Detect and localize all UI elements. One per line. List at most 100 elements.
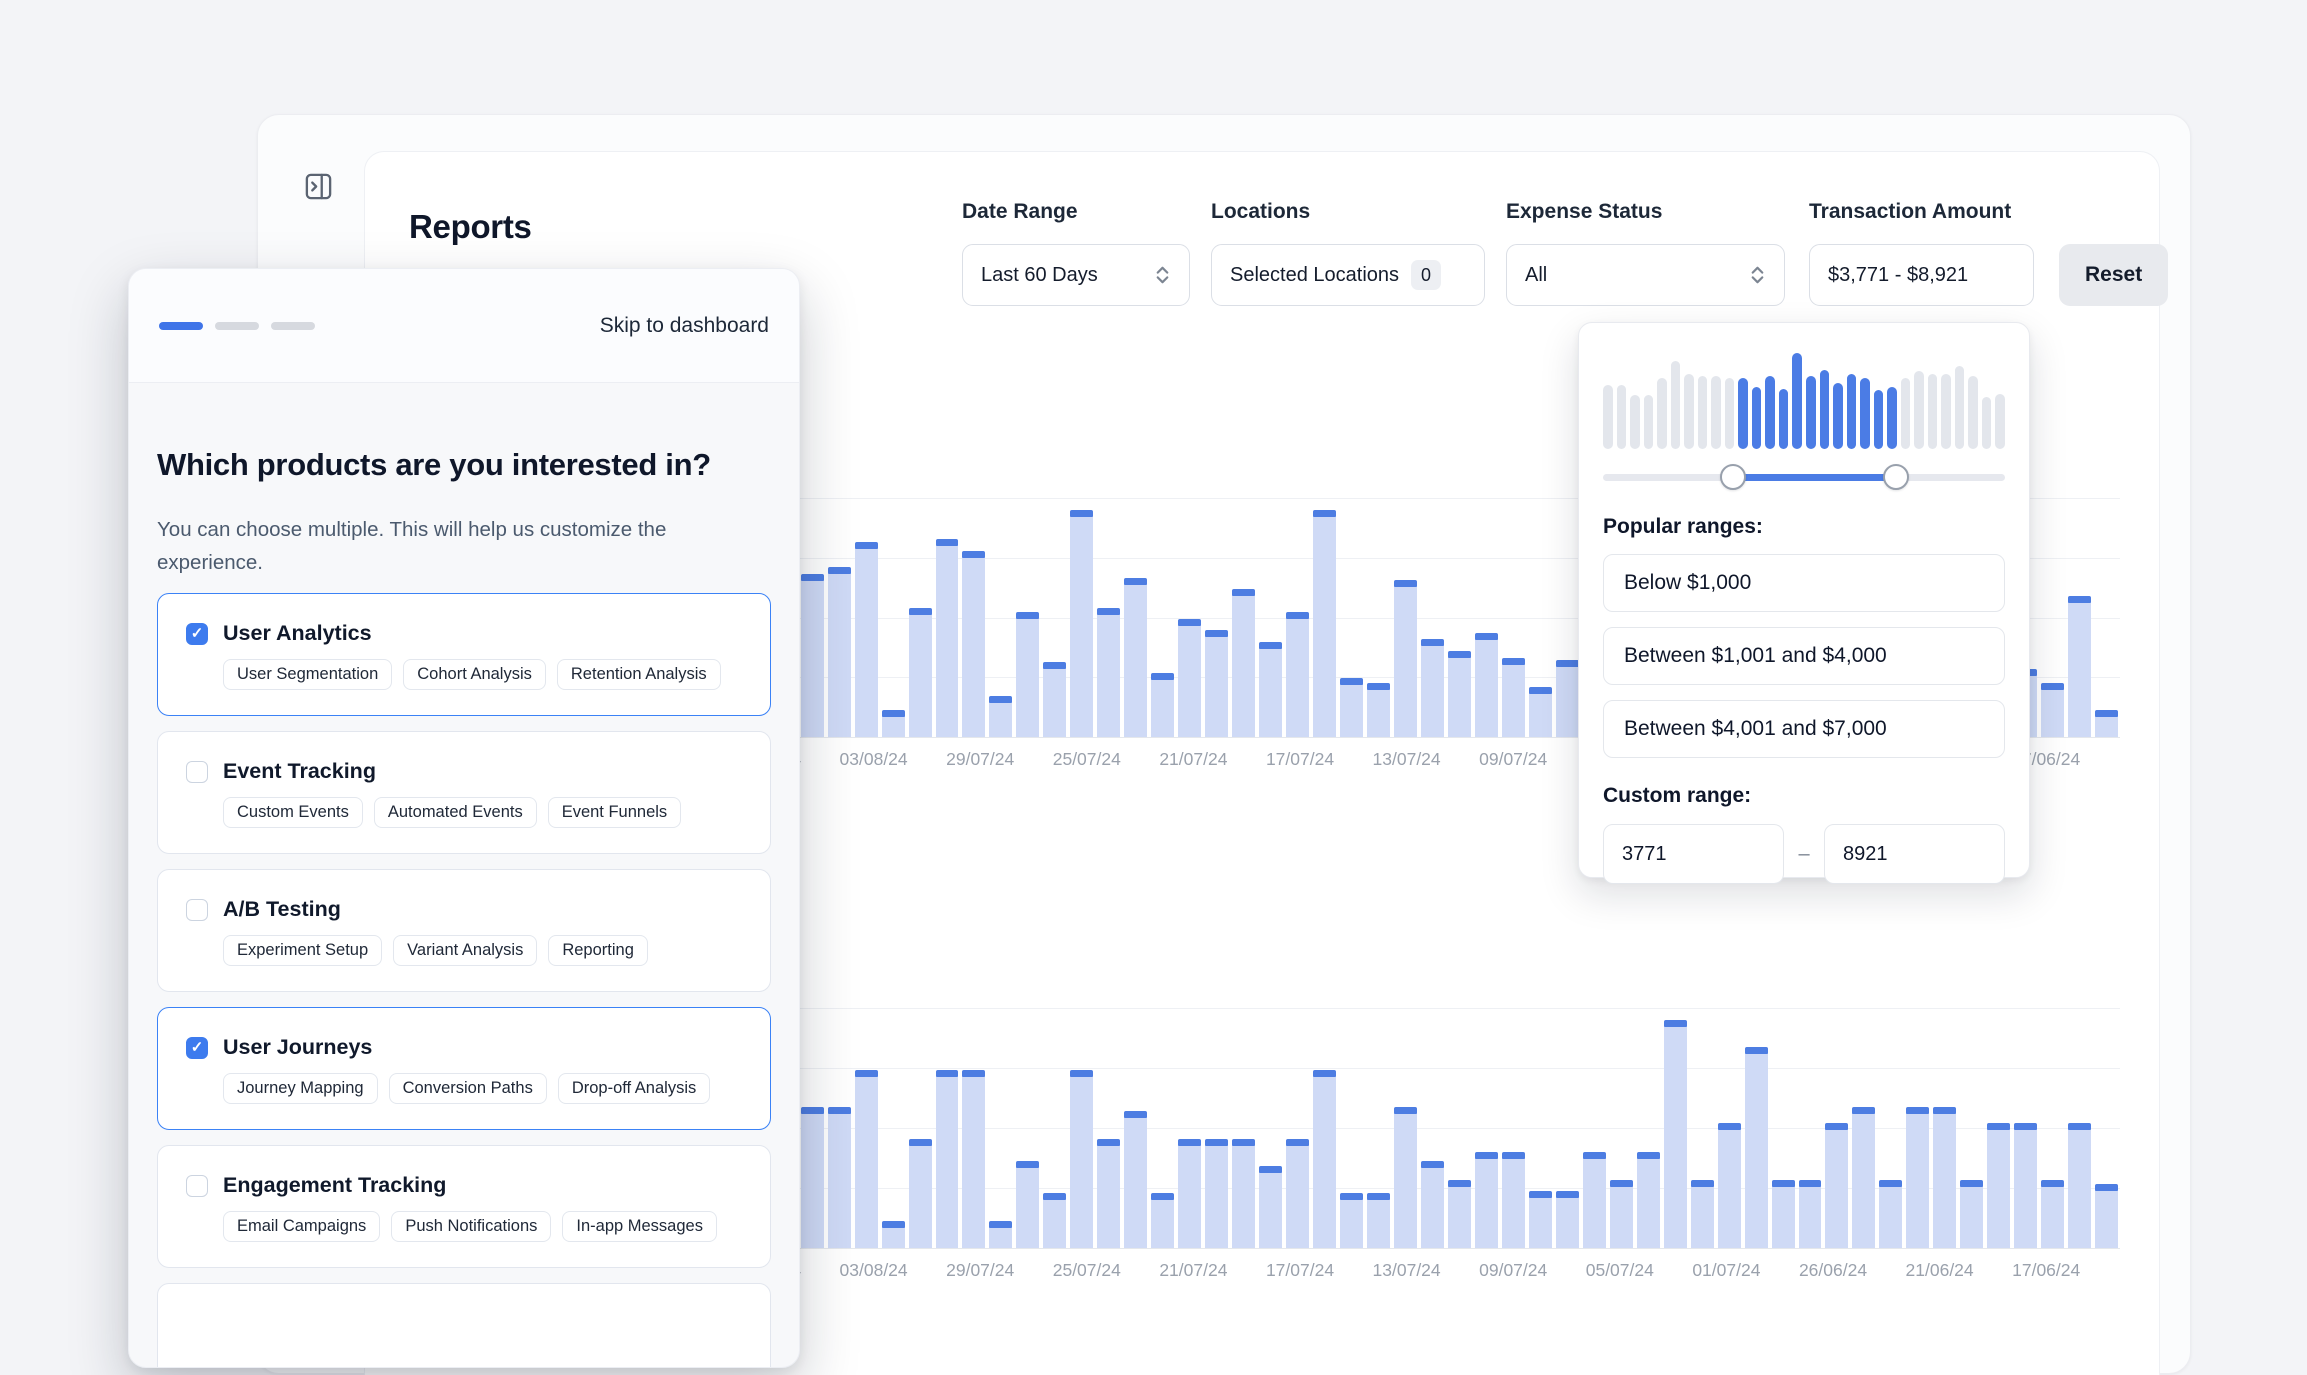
bar-cap (1016, 1161, 1040, 1169)
min-amount-input[interactable] (1603, 824, 1784, 884)
x-axis-tick-label: 17/06/24 (2012, 1260, 2081, 1280)
popular-range-button[interactable]: Between $4,001 and $7,000 (1603, 700, 2005, 758)
product-checkbox[interactable]: ✓ (186, 622, 208, 645)
bar (935, 1070, 959, 1248)
product-card-user-analytics[interactable]: ✓ User Analytics User Segmentation Cohort A… (157, 593, 771, 716)
popular-range-button[interactable]: Below $1,000 (1603, 554, 2005, 612)
x-axis-tick-label: 26/06/24 (1798, 1260, 1868, 1280)
product-tags: Custom Events Automated Events Event Funne… (223, 797, 742, 828)
product-options: ✓ User Analytics User Segmentation Cohort A… (157, 593, 771, 1268)
max-amount-input[interactable] (1824, 824, 2005, 884)
product-name: Engagement Tracking (223, 1173, 447, 1197)
bar (962, 1070, 986, 1248)
transaction-amount-control[interactable]: $3,771 - $8,921 (1809, 244, 2034, 306)
bar-cap (2095, 1184, 2119, 1192)
bar-cap (1528, 687, 1552, 695)
bar-cap (1313, 509, 1337, 517)
histogram-bar (1630, 394, 1640, 449)
date-range-control[interactable]: Last 60 Days (962, 244, 1190, 306)
x-axis-tick-label: 03/08/24 (839, 749, 908, 769)
filter-value: Last 60 Days (981, 263, 1098, 286)
product-name: User Journeys (223, 1035, 373, 1059)
amount-range-slider[interactable] (1603, 463, 2005, 491)
bar-cap (1501, 657, 1525, 665)
product-checkbox[interactable]: ✓ (186, 1036, 208, 1059)
bar (1178, 1138, 1202, 1248)
bar (1852, 1106, 1876, 1248)
product-checkbox[interactable] (186, 1174, 208, 1197)
bar (935, 539, 959, 737)
bar-cap (1852, 1106, 1876, 1114)
bar-cap (1474, 632, 1498, 640)
filter-group-locations: Locations Selected Locations 0 (1211, 200, 1485, 306)
product-checkbox[interactable] (186, 898, 208, 921)
bar (2014, 1122, 2038, 1248)
bar-cap (1933, 1106, 1957, 1114)
product-card-row: ✓ User Analytics (186, 621, 742, 646)
bar-cap (1987, 1122, 2011, 1130)
product-card-row: Engagement Tracking (186, 1173, 742, 1198)
product-card-engagement-tracking[interactable]: Engagement Tracking Email Campaigns Push N… (157, 1145, 771, 1268)
histogram-bar-selected (1819, 369, 1830, 449)
onboarding-title: Which products are you interested in? (157, 447, 711, 482)
bar (1906, 1106, 1930, 1248)
product-card-user-journeys[interactable]: ✓ User Journeys Journey Mapping Conversion … (157, 1007, 771, 1130)
histogram-bar-selected (1833, 383, 1843, 449)
bar (2095, 709, 2119, 737)
bar (1528, 1191, 1552, 1248)
bar-cap (1393, 1106, 1417, 1114)
bar (1771, 1179, 1795, 1248)
locations-control[interactable]: Selected Locations 0 (1211, 244, 1485, 306)
bar (1367, 1193, 1390, 1248)
bar-cap (962, 1070, 986, 1078)
bar (1474, 632, 1498, 737)
product-tag: Cohort Analysis (403, 659, 546, 690)
bar-cap (1528, 1191, 1552, 1198)
bar-cap (2095, 709, 2119, 717)
histogram-bar (1900, 378, 1911, 449)
bar (1313, 1070, 1337, 1248)
bar (1340, 1193, 1363, 1248)
bar (800, 1106, 824, 1248)
bar-cap (1663, 1020, 1687, 1027)
product-card-a-b-testing[interactable]: A/B Testing Experiment Setup Variant Analy… (157, 869, 771, 992)
bar-cap (1097, 1138, 1121, 1146)
slider-handle-min[interactable] (1720, 464, 1747, 490)
bar (1582, 1152, 1606, 1248)
bar-cap (1232, 1138, 1256, 1146)
bar (989, 1220, 1013, 1248)
bar (1340, 677, 1363, 737)
histogram-bar-selected (1792, 353, 1802, 449)
product-name: Event Tracking (223, 759, 376, 783)
expense-status-control[interactable]: All (1506, 244, 1785, 306)
bar-cap (1151, 1193, 1175, 1201)
product-card-event-tracking[interactable]: Event Tracking Custom Events Automated Eve… (157, 731, 771, 854)
popular-range-button[interactable]: Between $1,001 and $4,000 (1603, 627, 2005, 685)
bar-cap (800, 573, 824, 581)
histogram-bar-selected (1765, 376, 1775, 449)
bar-cap (854, 1070, 878, 1078)
product-card-partial[interactable] (157, 1283, 771, 1367)
skip-to-dashboard-link[interactable]: Skip to dashboard (600, 314, 769, 338)
bar (1555, 659, 1579, 737)
filter-group-date-range: Date Range Last 60 Days (962, 200, 1190, 306)
product-tags: Email Campaigns Push Notifications In-app … (223, 1211, 742, 1242)
product-tag: Journey Mapping (223, 1073, 378, 1104)
bar-cap (1286, 612, 1310, 620)
onboarding-subtitle: You can choose multiple. This will help … (157, 518, 667, 574)
slider-handle-max[interactable] (1882, 464, 1909, 490)
bar-cap (1070, 509, 1094, 517)
histogram-bar-selected (1778, 388, 1789, 449)
bar-cap (962, 550, 986, 558)
custom-range-row: – (1603, 824, 2005, 884)
popular-ranges-label: Popular ranges: (1603, 515, 1763, 538)
bar (2041, 682, 2065, 737)
reset-button[interactable]: Reset (2059, 244, 2169, 306)
sidebar-toggle-button[interactable] (296, 164, 340, 208)
x-axis-tick-label: 01/07/24 (1692, 1260, 1761, 1280)
bar-cap (1043, 1193, 1067, 1201)
bar (1205, 630, 1229, 737)
bar-cap (827, 1106, 851, 1114)
product-checkbox[interactable] (186, 760, 208, 783)
bar (1070, 509, 1094, 737)
